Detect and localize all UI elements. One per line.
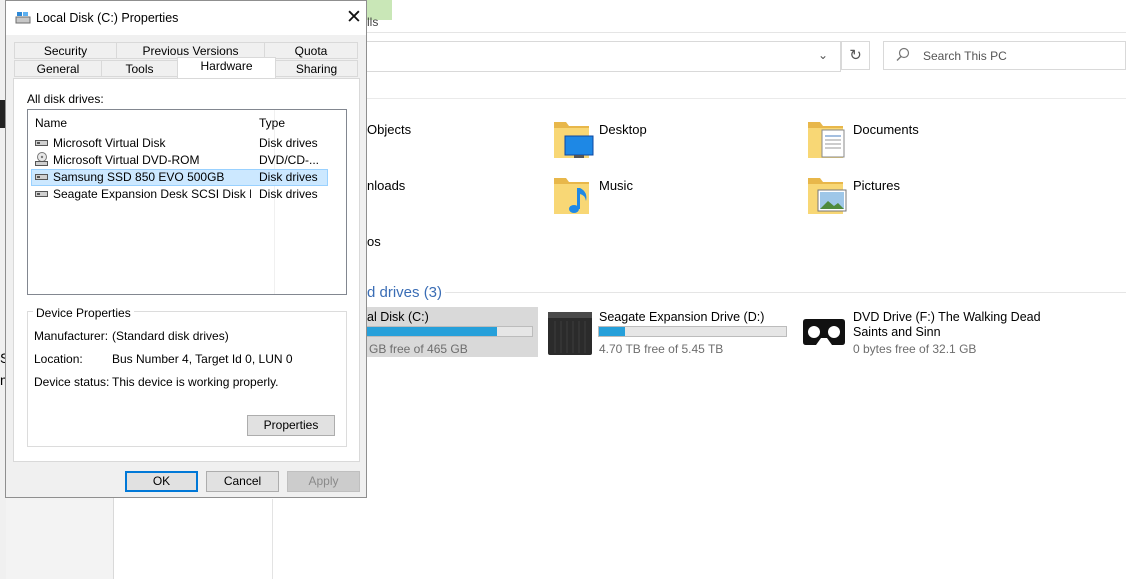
ok-button[interactable]: OK <box>125 471 198 492</box>
tab-sharing[interactable]: Sharing <box>275 60 358 77</box>
music-folder-icon[interactable] <box>552 172 594 216</box>
list-item[interactable]: Seagate Expansion Desk SCSI Disk De... D… <box>31 186 328 203</box>
list-item[interactable]: Microsoft Virtual Disk Disk drives <box>31 135 328 152</box>
drive-d-name[interactable]: Seagate Expansion Drive (D:) <box>599 310 764 324</box>
tab-security[interactable]: Security <box>14 42 117 59</box>
vr-dvd-icon[interactable] <box>802 318 846 348</box>
column-header-type[interactable]: Type <box>259 116 285 130</box>
external-drive-icon[interactable] <box>545 309 595 357</box>
device-status-label: Device status: <box>34 375 110 389</box>
folder-pictures-label[interactable]: Pictures <box>853 178 900 193</box>
disk-drive-icon <box>35 140 48 146</box>
drive-name: Samsung SSD 850 EVO 500GB <box>53 170 225 184</box>
drive-f-free: 0 bytes free of 32.1 GB <box>853 342 977 356</box>
ribbon-divider <box>367 32 1126 33</box>
folder-music-label[interactable]: Music <box>599 178 633 193</box>
refresh-icon: ↻ <box>849 47 862 64</box>
devices-and-drives-heading[interactable]: d drives (3) <box>367 284 442 301</box>
disk-drive-icon <box>35 191 48 197</box>
properties-dialog: Local Disk (C:) Properties ✕ Security Pr… <box>5 0 367 498</box>
close-icon: ✕ <box>346 7 362 28</box>
tab-hardware[interactable]: Hardware <box>177 57 276 78</box>
pictures-folder-icon[interactable] <box>806 172 848 216</box>
disk-drives-list[interactable]: Name Type Microsoft Virtual Disk Disk dr… <box>27 109 347 295</box>
drive-name: Microsoft Virtual Disk <box>53 136 166 150</box>
list-item[interactable]: Microsoft Virtual DVD-ROM DVD/CD-... <box>31 152 328 169</box>
drive-type: Disk drives <box>259 170 318 184</box>
disk-drive-icon <box>35 174 48 180</box>
folder-desktop-label[interactable]: Desktop <box>599 122 647 137</box>
desktop-folder-icon[interactable] <box>552 116 594 160</box>
drive-c-free: GB free of 465 GB <box>369 342 468 356</box>
drive-d-usage-bar <box>598 326 787 337</box>
folder-3d-objects-label[interactable]: Objects <box>367 122 411 137</box>
pane-divider <box>272 499 273 579</box>
drive-type: Disk drives <box>259 187 318 201</box>
group-divider <box>445 292 1126 293</box>
drive-d-free: 4.70 TB free of 5.45 TB <box>599 342 724 356</box>
tab-tools[interactable]: Tools <box>101 60 178 77</box>
drive-type: DVD/CD-... <box>259 153 319 167</box>
close-button[interactable]: ✕ <box>344 6 364 29</box>
drive-icon <box>15 12 31 24</box>
manufacturer-label: Manufacturer: <box>34 329 109 343</box>
documents-folder-icon[interactable] <box>806 116 848 160</box>
device-properties-button[interactable]: Properties <box>247 415 335 436</box>
folder-documents-label[interactable]: Documents <box>853 122 919 137</box>
ribbon-tab-label[interactable]: lls <box>367 15 378 29</box>
list-item-selected[interactable]: Samsung SSD 850 EVO 500GB Disk drives <box>31 169 328 186</box>
device-status-value: This device is working properly. <box>112 375 279 389</box>
drive-c-name: al Disk (C:) <box>367 310 429 324</box>
all-disk-drives-label: All disk drives: <box>27 92 104 106</box>
tab-general[interactable]: General <box>14 60 102 77</box>
apply-button[interactable]: Apply <box>287 471 360 492</box>
drive-f-name-line1[interactable]: DVD Drive (F:) The Walking Dead <box>853 310 1041 324</box>
drive-type: Disk drives <box>259 136 318 150</box>
search-icon <box>896 47 910 61</box>
drive-f-name-line2[interactable]: Saints and Sinn <box>853 325 941 339</box>
drive-name: Microsoft Virtual DVD-ROM <box>53 153 200 167</box>
drive-c-usage-fill <box>356 327 497 336</box>
folder-downloads-label[interactable]: nloads <box>367 178 405 193</box>
tab-quota[interactable]: Quota <box>264 42 358 59</box>
folder-videos-label[interactable]: os <box>367 234 381 249</box>
dvd-drive-icon <box>35 152 48 166</box>
dialog-title: Local Disk (C:) Properties <box>36 11 179 25</box>
drive-d-usage-fill <box>599 327 626 336</box>
search-placeholder: Search This PC <box>923 49 1007 63</box>
column-header-name[interactable]: Name <box>35 116 67 130</box>
drive-name: Seagate Expansion Desk SCSI Disk De... <box>53 187 251 201</box>
device-properties-title: Device Properties <box>33 306 134 320</box>
location-value: Bus Number 4, Target Id 0, LUN 0 <box>112 352 293 366</box>
manufacturer-value: (Standard disk drives) <box>112 329 229 343</box>
location-label: Location: <box>34 352 83 366</box>
cancel-button[interactable]: Cancel <box>206 471 279 492</box>
drive-c-usage-bar <box>355 326 533 337</box>
chevron-down-icon[interactable]: ⌄ <box>818 48 828 62</box>
address-bar[interactable] <box>367 41 841 72</box>
refresh-button[interactable]: ↻ <box>841 41 870 70</box>
content-divider <box>367 98 1126 99</box>
